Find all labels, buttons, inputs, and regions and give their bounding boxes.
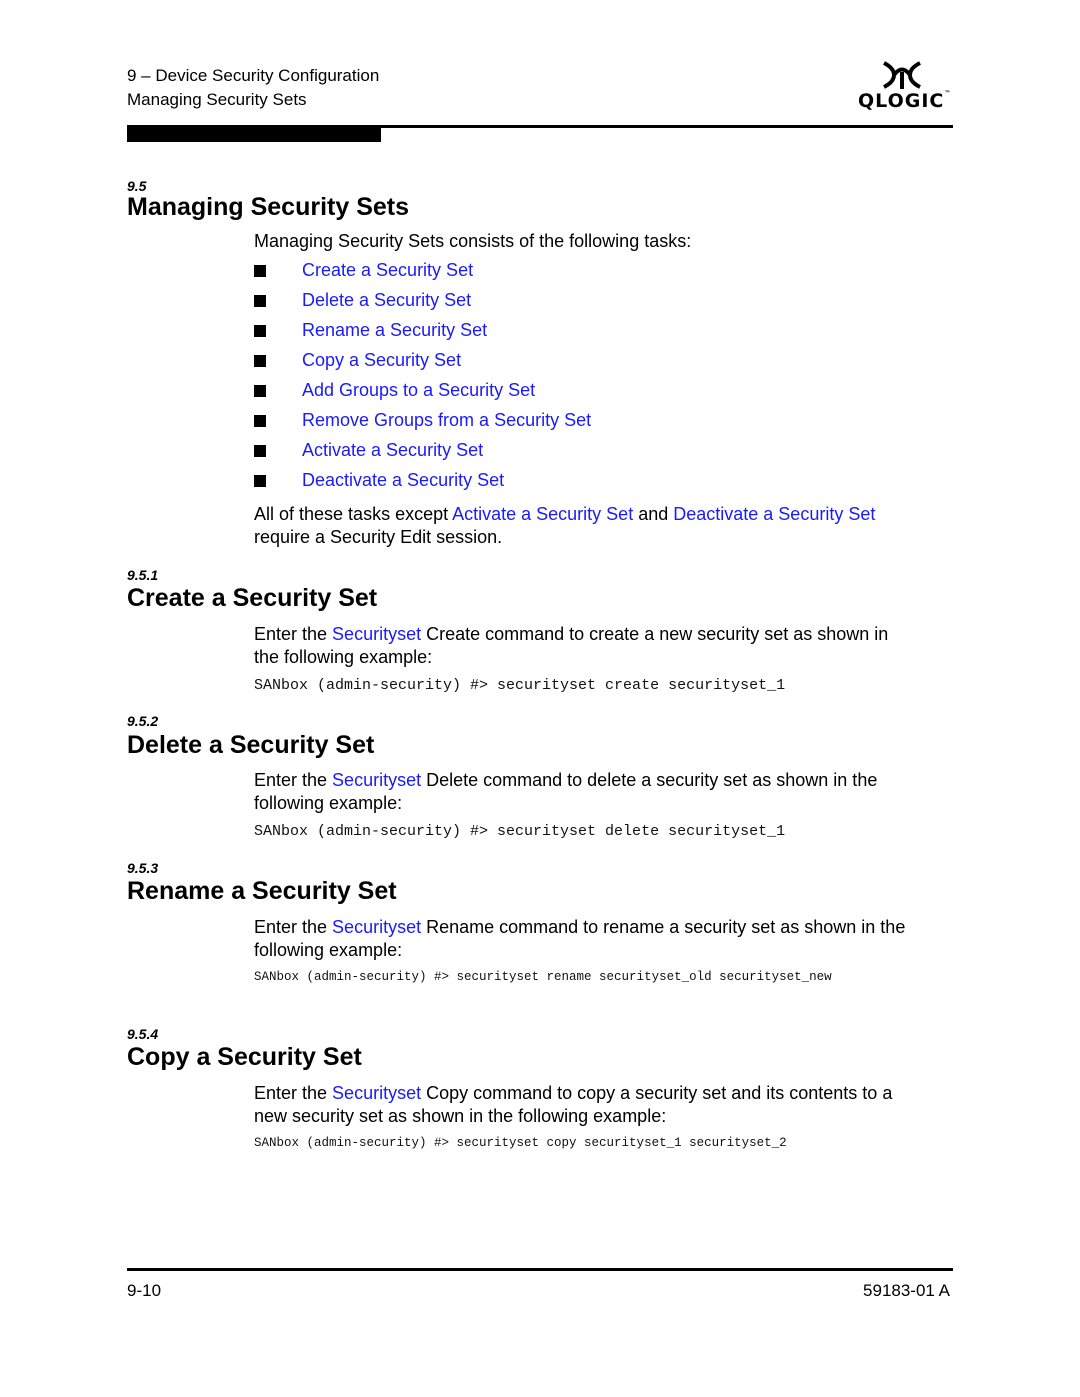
section-number: 9.5.4 [127, 1026, 159, 1042]
header-chapter: 9 – Device Security Configuration [127, 66, 380, 85]
task-link-activate[interactable]: Activate a Security Set [302, 440, 483, 461]
footer-rule [127, 1268, 953, 1271]
header-section: Managing Security Sets [127, 90, 307, 109]
task-link-remove-groups[interactable]: Remove Groups from a Security Set [302, 410, 591, 431]
activate-link[interactable]: Activate a Security Set [452, 504, 633, 524]
section-number: 9.5.2 [127, 713, 159, 729]
section-paragraph: Enter the Securityset Rename command to … [254, 917, 906, 960]
section-title: Create a Security Set [127, 584, 378, 612]
task-link-deactivate[interactable]: Deactivate a Security Set [302, 470, 504, 491]
qlogic-logo: QLOGIC™ [858, 60, 950, 118]
bullet-icon [254, 445, 266, 457]
bullet-icon [254, 355, 266, 367]
qlogic-logo-icon [883, 61, 921, 89]
bullet-icon [254, 415, 266, 427]
task-link-add-groups[interactable]: Add Groups to a Security Set [302, 380, 535, 401]
section-paragraph: Enter the Securityset Copy command to co… [254, 1083, 893, 1126]
section-paragraph: Enter the Securityset Delete command to … [254, 770, 878, 813]
doc-number: 59183-01 A [863, 1281, 950, 1300]
bullet-icon [254, 295, 266, 307]
securityset-link[interactable]: Securityset [332, 770, 421, 790]
bullet-icon [254, 385, 266, 397]
securityset-link[interactable]: Securityset [332, 917, 421, 937]
section-number: 9.5.1 [127, 567, 159, 583]
intro-text: Managing Security Sets consists of the f… [254, 231, 692, 251]
task-link-create[interactable]: Create a Security Set [302, 260, 473, 281]
code-example: SANbox (admin-security) #> securityset c… [254, 677, 786, 694]
section-title: Rename a Security Set [127, 877, 397, 905]
task-link-rename[interactable]: Rename a Security Set [302, 320, 487, 341]
section-title: Managing Security Sets [127, 193, 410, 221]
task-link-delete[interactable]: Delete a Security Set [302, 290, 471, 311]
bullet-icon [254, 265, 266, 277]
bullet-icon [254, 325, 266, 337]
securityset-link[interactable]: Securityset [332, 624, 421, 644]
section-number: 9.5 [127, 178, 147, 194]
page-number: 9-10 [127, 1281, 162, 1300]
task-link-copy[interactable]: Copy a Security Set [302, 350, 461, 371]
note-text: require a Security Edit session. [254, 527, 503, 547]
section-paragraph: Enter the Securityset Create command to … [254, 624, 889, 667]
note-text: All of these tasks except [254, 504, 453, 524]
code-example: SANbox (admin-security) #> securityset d… [254, 823, 786, 840]
note-text: and [633, 504, 674, 524]
note-paragraph: All of these tasks except Activate a Sec… [254, 503, 954, 549]
securityset-link[interactable]: Securityset [332, 1083, 421, 1103]
logo-text: QLOGIC™ [858, 90, 952, 112]
section-number: 9.5.3 [127, 860, 159, 876]
bullet-icon [254, 475, 266, 487]
header-tab-bar [127, 125, 381, 142]
code-example: SANbox (admin-security) #> securityset c… [254, 1136, 787, 1150]
section-title: Copy a Security Set [127, 1043, 362, 1071]
deactivate-link[interactable]: Deactivate a Security Set [673, 504, 875, 524]
code-example: SANbox (admin-security) #> securityset r… [254, 970, 832, 984]
section-title: Delete a Security Set [127, 731, 375, 759]
